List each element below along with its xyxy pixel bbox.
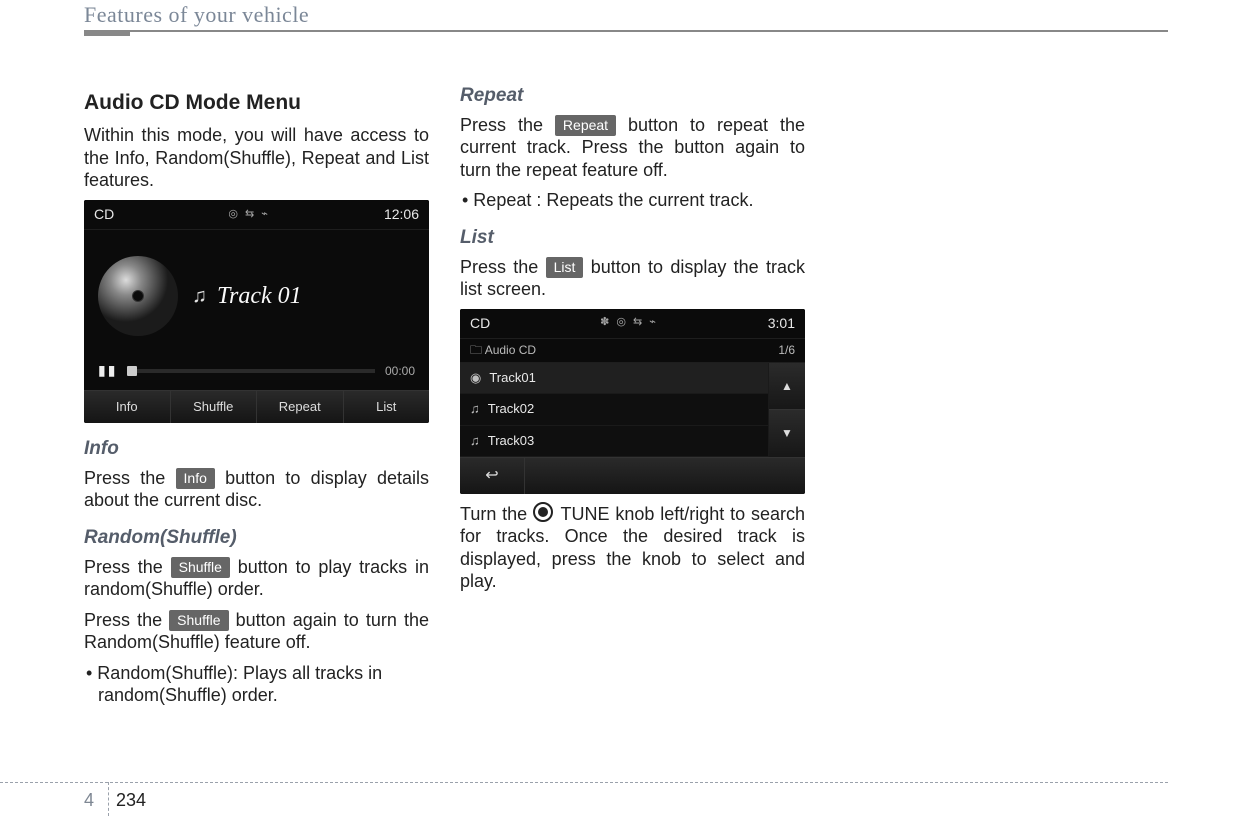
list-status-icons: ✽ ◎ ⇆ ⌁	[600, 316, 658, 330]
repeat-heading: Repeat	[460, 84, 805, 108]
back-button[interactable]: ↩	[460, 458, 525, 494]
list-row-2[interactable]: ♫ Track02	[460, 394, 768, 425]
now-playing-icon: ◉	[470, 370, 481, 386]
section-title: Audio CD Mode Menu	[84, 90, 429, 116]
scroll-up-button[interactable]: ▲	[769, 363, 805, 410]
repeat-bullet: • Repeat : Repeats the current track.	[460, 189, 805, 212]
list-row-2-label: Track02	[488, 401, 534, 417]
list-subtitle: 🗀 Audio CD	[470, 343, 536, 358]
list-paragraph: Press the List button to display the tra…	[460, 256, 805, 301]
folder-icon: 🗀	[470, 343, 482, 357]
list-heading: List	[460, 226, 805, 250]
shuffle-pill-2: Shuffle	[169, 610, 228, 631]
shuffle-p2-before: Press the	[84, 610, 169, 630]
list-subtitle-text: Audio CD	[485, 343, 536, 357]
list-bottom-bar: ↩	[460, 457, 805, 494]
repeat-pill: Repeat	[555, 115, 616, 136]
player-track-title: ♫ Track 01	[192, 281, 415, 311]
player-topbar: CD ◎ ⇆ ⌁ 12:06	[84, 200, 429, 231]
shuffle-para-1: Press the Shuffle button to play tracks …	[84, 556, 429, 601]
repeat-paragraph: Press the Repeat button to repeat the cu…	[460, 114, 805, 182]
shuffle-para-2: Press the Shuffle button again to turn t…	[84, 609, 429, 654]
footer-dashed-rule	[0, 782, 1168, 783]
shuffle-pill-1: Shuffle	[171, 557, 230, 578]
info-text-before: Press the	[84, 468, 176, 488]
music-note-icon: ♫	[470, 401, 480, 417]
list-subheader: 🗀 Audio CD 1/6	[460, 339, 805, 363]
page-header: Features of your vehicle	[84, 0, 1168, 28]
player-time: 00:00	[385, 364, 415, 379]
header-rule	[84, 30, 1168, 32]
disc-icon	[98, 256, 178, 336]
list-before: Press the	[460, 257, 546, 277]
list-row-3[interactable]: ♫ Track03	[460, 426, 768, 457]
list-row-1-label: Track01	[489, 370, 535, 386]
list-body: ◉ Track01 ♫ Track02 ♫ Track03 ▲ ▼	[460, 363, 805, 457]
list-topbar: CD ✽ ◎ ⇆ ⌁ 3:01	[460, 309, 805, 340]
music-note-icon: ♫	[192, 284, 207, 309]
list-pill: List	[546, 257, 584, 278]
player-btn-list[interactable]: List	[344, 391, 430, 423]
scroll-down-button[interactable]: ▼	[769, 410, 805, 456]
tune-label: TUNE	[561, 504, 610, 524]
player-mode: CD	[94, 206, 114, 224]
player-progress-bar	[127, 369, 375, 373]
cd-player-screenshot: CD ◎ ⇆ ⌁ 12:06 ♫ Track 01 ▮▮ 00:00	[84, 200, 429, 423]
list-row-1[interactable]: ◉ Track01	[460, 363, 768, 394]
footer-vertical-rule	[108, 782, 109, 816]
list-clock: 3:01	[768, 315, 795, 333]
info-paragraph: Press the Info button to display details…	[84, 467, 429, 512]
list-counter: 1/6	[778, 343, 795, 358]
cd-list-screenshot: CD ✽ ◎ ⇆ ⌁ 3:01 🗀 Audio CD 1/6 ◉ Track01	[460, 309, 805, 494]
music-note-icon: ♫	[470, 433, 480, 449]
column-left: Audio CD Mode Menu Within this mode, you…	[84, 84, 429, 715]
tune-knob-icon	[533, 502, 553, 522]
chapter-number: 4	[84, 790, 94, 811]
list-track-column: ◉ Track01 ♫ Track02 ♫ Track03	[460, 363, 768, 457]
player-progress-row: ▮▮ 00:00	[84, 362, 429, 390]
shuffle-heading: Random(Shuffle)	[84, 526, 429, 550]
page-header-title: Features of your vehicle	[84, 2, 309, 28]
player-btn-repeat[interactable]: Repeat	[257, 391, 344, 423]
shuffle-p1-before: Press the	[84, 557, 171, 577]
column-middle: Repeat Press the Repeat button to repeat…	[460, 84, 805, 601]
page-footer: 4 234	[0, 788, 1240, 816]
info-heading: Info	[84, 437, 429, 461]
player-btn-info[interactable]: Info	[84, 391, 171, 423]
player-status-icons: ◎ ⇆ ⌁	[228, 208, 270, 222]
tune-before: Turn the	[460, 504, 533, 524]
player-clock: 12:06	[384, 206, 419, 224]
repeat-before: Press the	[460, 115, 555, 135]
player-btn-shuffle[interactable]: Shuffle	[171, 391, 258, 423]
section-intro: Within this mode, you will have access t…	[84, 124, 429, 192]
list-mode: CD	[470, 315, 490, 333]
header-tab	[84, 30, 130, 36]
tune-paragraph: Turn the TUNE knob left/right to search …	[460, 502, 805, 593]
pause-icon: ▮▮	[98, 362, 117, 380]
player-bottom-bar: Info Shuffle Repeat List	[84, 390, 429, 423]
player-body: ♫ Track 01	[84, 230, 429, 362]
list-row-3-label: Track03	[488, 433, 534, 449]
player-track-label: Track 01	[217, 281, 302, 311]
info-pill: Info	[176, 468, 215, 489]
page-number: 234	[116, 790, 146, 811]
list-scroll-column: ▲ ▼	[768, 363, 805, 457]
shuffle-bullet: • Random(Shuffle): Plays all tracks in r…	[84, 662, 429, 707]
